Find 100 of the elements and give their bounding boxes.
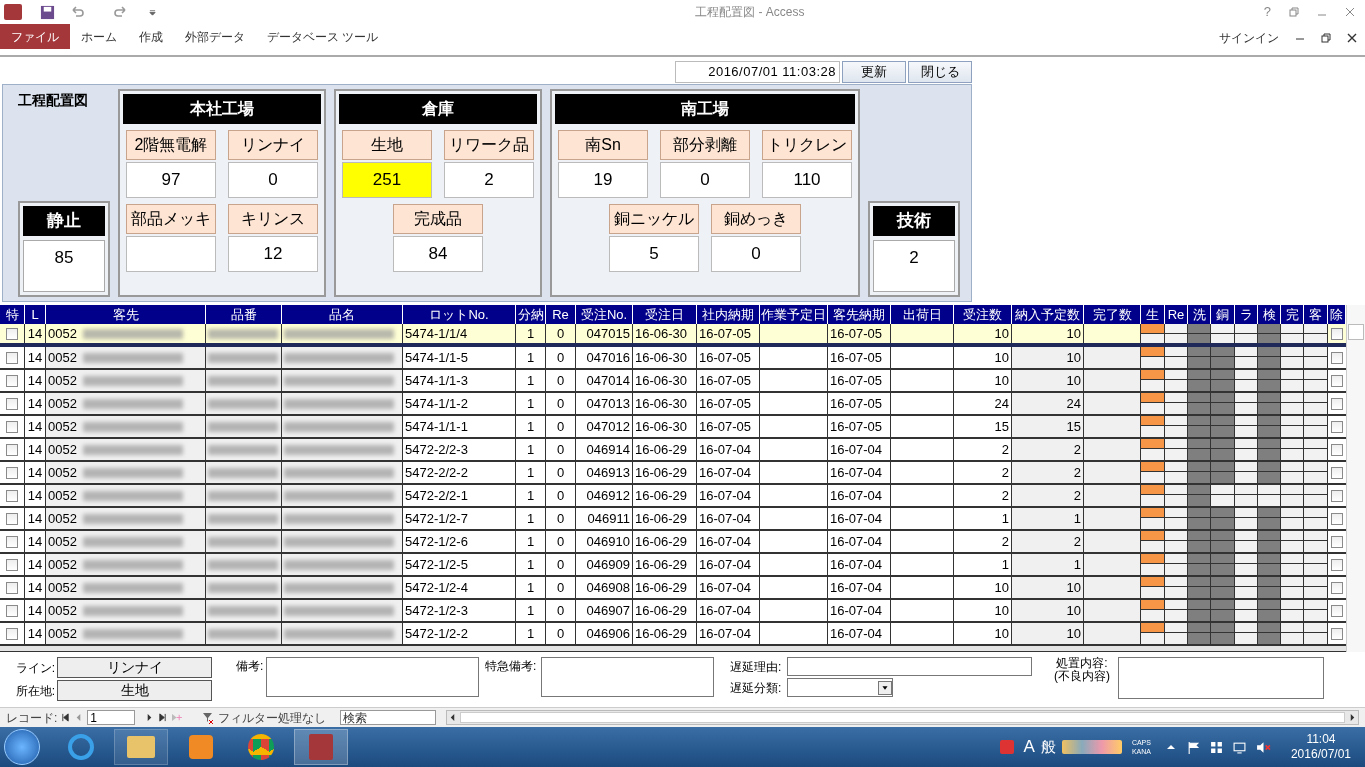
remove-checkbox[interactable] <box>1331 397 1343 410</box>
last-record-icon[interactable] <box>158 713 168 722</box>
field-label: 処置内容: (不良内容) <box>1053 657 1111 683</box>
first-record-icon[interactable] <box>61 713 71 722</box>
table-row[interactable]: 14 0052 5472-1/2-3 1 0 046907 16-06-29 16-07-04 16-07-04 10 10 <box>0 600 1346 623</box>
table-row[interactable]: 14 0052 5472-1/2-5 1 0 046909 16-06-29 16-07-04 16-07-04 1 1 <box>0 554 1346 577</box>
table-row[interactable]: 14 0052 5474-1/1-1 1 0 047012 16-06-30 16-07-05 16-07-05 15 15 <box>0 416 1346 439</box>
row-checkbox[interactable] <box>6 397 18 410</box>
restore-icon[interactable] <box>1289 7 1299 17</box>
remove-checkbox[interactable] <box>1331 466 1343 479</box>
database-app-icon[interactable] <box>294 729 348 765</box>
table-row[interactable]: 14 0052 5474-1/1-3 1 0 047014 16-06-30 16-07-05 16-07-05 10 10 <box>0 370 1346 393</box>
location-label[interactable]: トリクレン <box>762 130 852 160</box>
location-label[interactable]: 2階無電解 <box>126 130 216 160</box>
row-checkbox[interactable] <box>6 374 18 387</box>
tray-up-arrow-icon[interactable] <box>1166 743 1175 751</box>
start-button-icon[interactable] <box>4 729 40 765</box>
ime-dictionary-indicator[interactable]: 般 <box>1040 735 1056 759</box>
folder-icon[interactable] <box>114 729 168 765</box>
form-button[interactable]: 閉じる <box>908 61 972 83</box>
table-row[interactable]: 14 0052 5474-1/1-2 1 0 047013 16-06-30 16-07-05 16-07-05 24 24 <box>0 393 1346 416</box>
table-row[interactable]: 14 0052 5474-1/1-5 1 0 047016 16-06-30 16-07-05 16-07-05 10 10 <box>0 347 1346 370</box>
row-checkbox[interactable] <box>6 327 18 340</box>
help-button[interactable]: ? <box>1263 2 1271 22</box>
monitor-icon[interactable] <box>1232 740 1246 754</box>
table-row[interactable]: 14 0052 5472-1/2-7 1 0 046911 16-06-29 16-07-04 16-07-04 1 1 <box>0 508 1346 531</box>
row-checkbox[interactable] <box>6 351 18 364</box>
table-row[interactable]: 14 0052 5472-1/2-4 1 0 046908 16-06-29 16-07-04 16-07-04 10 10 <box>0 577 1346 600</box>
location-label[interactable]: 完成品 <box>393 204 483 234</box>
location-label[interactable]: 南Sn <box>558 130 648 160</box>
windows-logo-icon[interactable] <box>1209 740 1223 754</box>
location-label[interactable]: 部品メッキ <box>126 204 216 234</box>
row-checkbox[interactable] <box>6 604 18 617</box>
location-label[interactable]: リワーク品 <box>444 130 534 160</box>
remove-checkbox[interactable] <box>1331 535 1343 548</box>
muted-speaker-icon[interactable] <box>1255 740 1271 754</box>
row-checkbox[interactable] <box>6 512 18 525</box>
location-label[interactable]: 部分剥離 <box>660 130 750 160</box>
remove-checkbox[interactable] <box>1331 512 1343 525</box>
table-row[interactable]: 14 0052 5474-1/1/4 1 0 047015 16-06-30 16-07-05 16-07-05 10 10 <box>0 324 1346 347</box>
horizontal-scrollbar[interactable] <box>446 710 1359 725</box>
table-row[interactable]: 14 0052 5472-1/2-6 1 0 046910 16-06-29 16-07-04 16-07-04 2 2 <box>0 531 1346 554</box>
close-icon[interactable] <box>1347 32 1357 43</box>
table-row[interactable]: 14 0052 5472-2/2-1 1 0 046912 16-06-29 16-07-04 16-07-04 2 2 <box>0 485 1346 508</box>
row-checkbox[interactable] <box>6 581 18 594</box>
vertical-scrollbar[interactable] <box>1346 305 1365 652</box>
remove-checkbox[interactable] <box>1331 420 1343 433</box>
remove-checkbox[interactable] <box>1331 351 1343 364</box>
remove-checkbox[interactable] <box>1331 558 1343 571</box>
remove-checkbox[interactable] <box>1331 627 1343 640</box>
clock-date[interactable]: 2016/07/01 <box>1290 747 1351 762</box>
ribbon-tab[interactable]: ファイル <box>0 24 70 49</box>
table-row[interactable]: 14 0052 5472-2/2-3 1 0 046914 16-06-29 16-07-04 16-07-04 2 2 <box>0 439 1346 462</box>
sign-in-link[interactable]: サインイン <box>1219 28 1279 47</box>
ribbon-tab[interactable]: ホーム <box>70 24 128 49</box>
remove-checkbox[interactable] <box>1331 489 1343 502</box>
ime-mode-indicator[interactable]: A <box>1023 734 1035 760</box>
location-label[interactable]: キリンス <box>228 204 318 234</box>
search-field[interactable]: 検索 <box>340 710 437 725</box>
location-label[interactable]: 生地 <box>342 130 432 160</box>
table-row[interactable]: 14 0052 5472-2/2-2 1 0 046913 16-06-29 16-07-04 16-07-04 2 2 <box>0 462 1346 485</box>
table-row[interactable]: 14 0052 5472-1/2-2 1 0 046906 16-06-29 16-07-04 16-07-04 10 10 <box>0 623 1346 646</box>
row-checkbox[interactable] <box>6 535 18 548</box>
undo-icon[interactable] <box>69 4 85 20</box>
row-checkbox[interactable] <box>6 466 18 479</box>
location-label[interactable]: 銅ニッケル <box>609 204 699 234</box>
row-checkbox[interactable] <box>6 443 18 456</box>
row-checkbox[interactable] <box>6 489 18 502</box>
scroll-left-icon[interactable] <box>449 714 457 721</box>
redo-icon[interactable] <box>113 4 129 20</box>
location-label[interactable]: 銅めっき <box>711 204 801 234</box>
delay-category-dropdown[interactable] <box>787 678 893 697</box>
action-field[interactable] <box>1118 657 1324 699</box>
delay-reason-field[interactable] <box>787 657 1032 676</box>
ribbon-tab[interactable]: 作成 <box>128 24 174 49</box>
flag-icon[interactable] <box>1186 740 1200 754</box>
row-checkbox[interactable] <box>6 627 18 640</box>
location-label[interactable]: リンナイ <box>228 130 318 160</box>
remarks-field[interactable] <box>266 657 479 697</box>
filter-status[interactable]: フィルター処理なし <box>218 708 327 727</box>
remove-checkbox[interactable] <box>1331 604 1343 617</box>
ime-tools-icon[interactable] <box>1061 740 1122 754</box>
table-cell: 0 <box>546 439 576 460</box>
restore-icon[interactable] <box>1321 32 1331 43</box>
row-checkbox[interactable] <box>6 558 18 571</box>
row-checkbox[interactable] <box>6 420 18 433</box>
customize-caret-icon[interactable] <box>149 8 156 16</box>
remove-checkbox[interactable] <box>1331 374 1343 387</box>
clock-time[interactable]: 11:04 <box>1306 732 1336 747</box>
form-button[interactable]: 更新 <box>842 61 906 83</box>
urgent-remarks-field[interactable] <box>541 657 714 697</box>
record-number-field[interactable]: 1 <box>87 710 136 725</box>
ribbon-tab[interactable]: データベース ツール <box>256 24 390 49</box>
save-icon[interactable] <box>40 4 55 20</box>
remove-checkbox[interactable] <box>1331 327 1343 340</box>
scroll-right-icon[interactable] <box>1349 714 1356 721</box>
remove-checkbox[interactable] <box>1331 581 1343 594</box>
filter-icon[interactable] <box>202 711 215 724</box>
ribbon-tab[interactable]: 外部データ <box>174 24 256 49</box>
remove-checkbox[interactable] <box>1331 443 1343 456</box>
